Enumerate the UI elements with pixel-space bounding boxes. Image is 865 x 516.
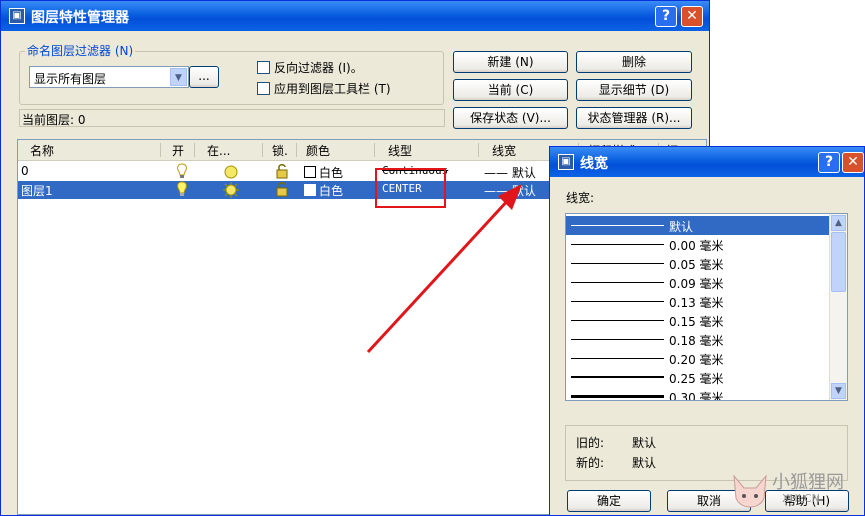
watermark-text: 小狐狸网 <box>772 472 844 493</box>
annotation-arrow <box>366 184 522 354</box>
fox-logo-icon <box>733 474 767 508</box>
watermark-sub: XHLCN <box>782 492 820 505</box>
watermark: 小狐狸网 XHLCN <box>730 468 865 516</box>
